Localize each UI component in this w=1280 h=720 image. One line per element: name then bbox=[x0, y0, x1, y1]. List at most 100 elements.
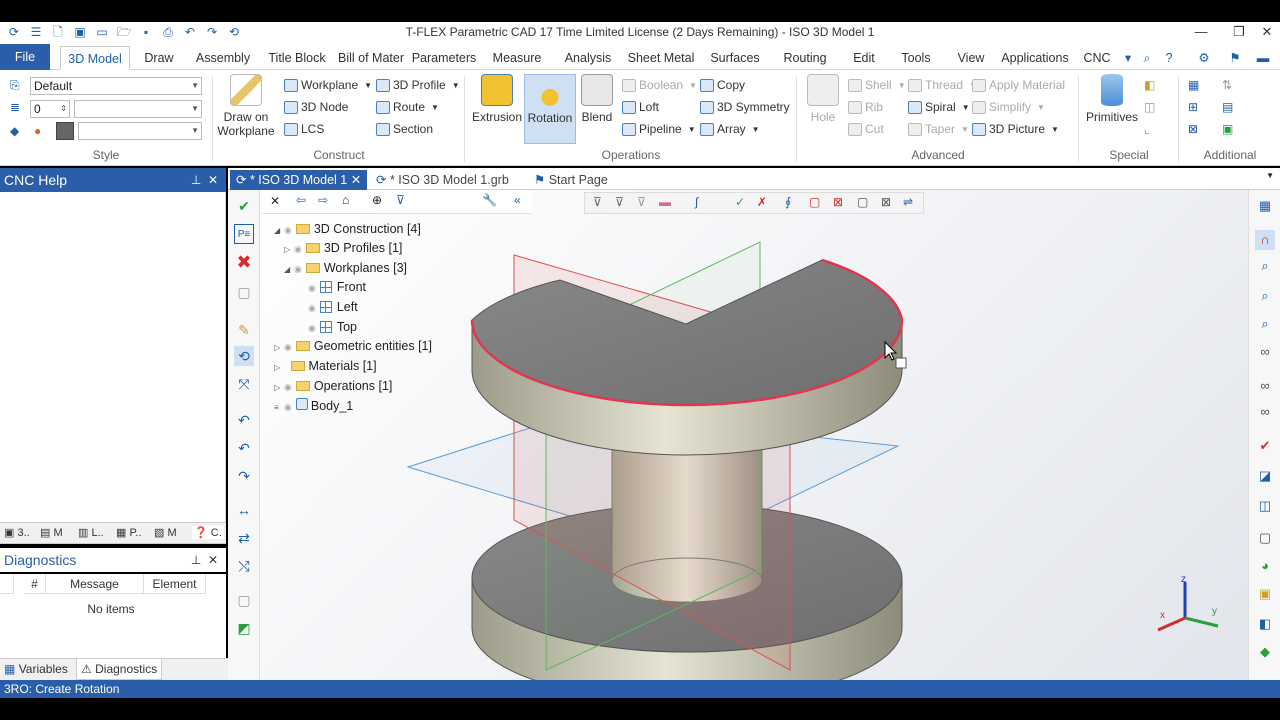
additional-tool-4-icon[interactable]: ⇅ bbox=[1222, 78, 1232, 92]
additional-tool-5-icon[interactable]: ▤ bbox=[1222, 100, 1233, 114]
pipeline-button[interactable]: Pipeline ▼ bbox=[622, 122, 696, 136]
panel-toggle-icon[interactable]: ▬ bbox=[1254, 46, 1272, 70]
tab-measure[interactable]: Measure bbox=[488, 46, 546, 70]
ribbon-options-icon[interactable]: ▾ bbox=[1120, 46, 1136, 70]
symmetric-icon[interactable]: ↔ bbox=[234, 500, 254, 520]
array-button[interactable]: Array ▼ bbox=[700, 122, 760, 136]
tab-bill-of-materials[interactable]: Bill of Mater bbox=[334, 46, 408, 70]
apply-material-button[interactable]: Apply Material bbox=[972, 78, 1065, 92]
help-icon[interactable]: ? bbox=[1160, 46, 1178, 70]
section-view-icon[interactable]: ◧ bbox=[1255, 614, 1275, 634]
tree-node-geometric-entities[interactable]: ▷ ◉ Geometric entities [1] bbox=[274, 339, 432, 353]
select-all-icon[interactable]: ⊠ bbox=[881, 195, 891, 209]
select-cross-icon[interactable]: ✗ bbox=[757, 195, 767, 209]
material-icon[interactable]: ● bbox=[34, 124, 41, 138]
special-tool-2-icon[interactable]: ◫ bbox=[1144, 100, 1155, 114]
left-tab-1[interactable]: ▣ 3.. bbox=[4, 526, 30, 539]
thread-button[interactable]: Thread▼ bbox=[908, 78, 977, 92]
tree-node-operations[interactable]: ▷ ◉ Operations [1] bbox=[274, 379, 392, 393]
style-combo[interactable]: Default ▼ bbox=[30, 77, 202, 95]
loft-button[interactable]: Loft bbox=[622, 100, 659, 114]
3d-viewport[interactable]: z x y ✕ ⇦ ⇨ ⌂ ⊕ ⊽ 🔧 « ⊽ ⊽ ⊽ ▬ ∫ ✓ ✗ ∮ ▢ … bbox=[260, 190, 1248, 680]
eye-icon[interactable]: ◉ bbox=[284, 225, 292, 236]
column-header-message[interactable]: Message bbox=[46, 574, 144, 594]
primitives-button[interactable]: Primitives bbox=[1084, 74, 1140, 124]
rotation-button[interactable]: Rotation bbox=[524, 74, 576, 144]
eye-icon[interactable] bbox=[284, 362, 287, 372]
expander-icon[interactable]: ▷ bbox=[274, 343, 284, 352]
additional-tool-2-icon[interactable]: ⊞ bbox=[1188, 100, 1198, 114]
tab-title-block[interactable]: Title Block bbox=[264, 46, 330, 70]
color-icon[interactable]: ◆ bbox=[10, 124, 19, 138]
expander-icon[interactable]: ▷ bbox=[274, 383, 284, 392]
select-axis-icon[interactable]: ⤧ bbox=[234, 374, 254, 394]
filter-face-icon[interactable]: ▬ bbox=[659, 195, 671, 209]
zoom-all-icon[interactable]: ⌕ bbox=[1255, 314, 1275, 334]
filter-icon[interactable]: ⊽ bbox=[593, 195, 602, 209]
thin-wall-icon[interactable]: ⤭ bbox=[234, 556, 254, 576]
close-icon[interactable]: ✕ bbox=[208, 173, 218, 187]
tree-node-left[interactable]: ◉ Left bbox=[308, 300, 358, 314]
hole-button[interactable]: Hole bbox=[804, 74, 842, 124]
left-tab-3[interactable]: ▥ L.. bbox=[78, 526, 104, 539]
left-tab-5[interactable]: ▧ M bbox=[154, 526, 177, 539]
additional-tool-6-icon[interactable]: ▣ bbox=[1222, 122, 1233, 136]
eye-icon[interactable]: ◉ bbox=[308, 323, 316, 334]
pin-icon[interactable]: ⊥ bbox=[191, 173, 201, 187]
doc-tab-iso-3d-model[interactable]: ⟳ * ISO 3D Model 1 ✕ bbox=[230, 170, 368, 190]
close-icon[interactable]: ✕ bbox=[208, 553, 218, 567]
box-icon[interactable]: ▢ bbox=[234, 590, 254, 610]
preview-icon[interactable]: ▢ bbox=[234, 282, 254, 302]
tab-3d-model[interactable]: 3D Model bbox=[60, 46, 130, 70]
tab-surfaces[interactable]: Surfaces bbox=[706, 46, 764, 70]
draw-on-workplane-button[interactable]: Draw on Workplane bbox=[216, 74, 276, 138]
3d-profile-button[interactable]: 3D Profile ▼ bbox=[376, 78, 460, 92]
shell-button[interactable]: Shell ▼ bbox=[848, 78, 906, 92]
tab-draw[interactable]: Draw bbox=[138, 46, 180, 70]
select-check-icon[interactable]: ✓ bbox=[735, 195, 745, 209]
tab-view[interactable]: View bbox=[952, 46, 990, 70]
angle-2-icon[interactable]: ↷ bbox=[234, 466, 254, 486]
column-header-element[interactable]: Element bbox=[144, 574, 206, 594]
window-layout-icon[interactable]: ▦ bbox=[1255, 196, 1275, 216]
select-face-icon[interactable]: ▢ bbox=[857, 195, 868, 209]
tree-node-body[interactable]: ≡ ◉ Body_1 bbox=[274, 398, 353, 413]
eye-icon[interactable]: ◉ bbox=[308, 283, 316, 294]
3d-node-button[interactable]: 3D Node bbox=[284, 100, 348, 114]
finish-icon[interactable]: ◩ bbox=[234, 618, 254, 638]
blend-button[interactable]: Blend bbox=[578, 74, 616, 124]
close-icon[interactable]: ✕ bbox=[351, 173, 361, 187]
layer-combo[interactable]: ▼ bbox=[74, 100, 202, 118]
reverse-icon[interactable]: ⇄ bbox=[234, 528, 254, 548]
minimize-icon[interactable]: — bbox=[1188, 22, 1214, 42]
select-solid-icon[interactable]: ⊠ bbox=[833, 195, 843, 209]
shaded-cube-icon[interactable]: ◪ bbox=[1255, 466, 1275, 486]
expander-icon[interactable]: ◢ bbox=[274, 226, 284, 235]
sketch-icon[interactable]: ✎ bbox=[234, 320, 254, 340]
select-body-icon[interactable]: ▢ bbox=[809, 195, 820, 209]
tab-diagnostics[interactable]: ⚠ Diagnostics bbox=[76, 659, 163, 680]
boolean-button[interactable]: Boolean ▼ bbox=[622, 78, 697, 92]
tab-cnc[interactable]: CNC bbox=[1080, 46, 1114, 70]
rib-button[interactable]: Rib bbox=[848, 100, 883, 114]
cancel-icon[interactable]: ✖ bbox=[234, 252, 254, 272]
tree-node-workplanes[interactable]: ◢ ◉ Workplanes [3] bbox=[284, 261, 407, 275]
sphere-icon[interactable]: ◕ bbox=[1255, 556, 1275, 576]
left-tab-4[interactable]: ▦ P.. bbox=[116, 526, 142, 539]
section-button[interactable]: Section bbox=[376, 122, 433, 136]
tree-node-materials[interactable]: ▷ Materials [1] bbox=[274, 359, 377, 373]
left-tab-2[interactable]: ▤ M bbox=[40, 526, 63, 539]
zoom-icon[interactable]: ⌕ bbox=[1255, 256, 1275, 276]
special-tool-1-icon[interactable]: ◧ bbox=[1144, 78, 1155, 92]
tree-node-top[interactable]: ◉ Top bbox=[308, 320, 357, 334]
select-chain-icon[interactable]: ⇌ bbox=[903, 195, 913, 209]
rotation-contour-icon[interactable]: ⟲ bbox=[234, 346, 254, 366]
check-view-icon[interactable]: ✔ bbox=[1255, 436, 1275, 456]
additional-tool-1-icon[interactable]: ▦ bbox=[1188, 78, 1199, 92]
restore-icon[interactable]: ❐ bbox=[1226, 22, 1252, 42]
box-icon[interactable]: ▣ bbox=[1255, 584, 1275, 604]
magnet-icon[interactable]: ∩ bbox=[1255, 230, 1275, 250]
left-tab-6[interactable]: ❓ C. bbox=[192, 526, 224, 539]
line-type-combo[interactable]: ▼ bbox=[78, 122, 202, 140]
select-edge-icon[interactable]: ∫ bbox=[695, 195, 698, 209]
